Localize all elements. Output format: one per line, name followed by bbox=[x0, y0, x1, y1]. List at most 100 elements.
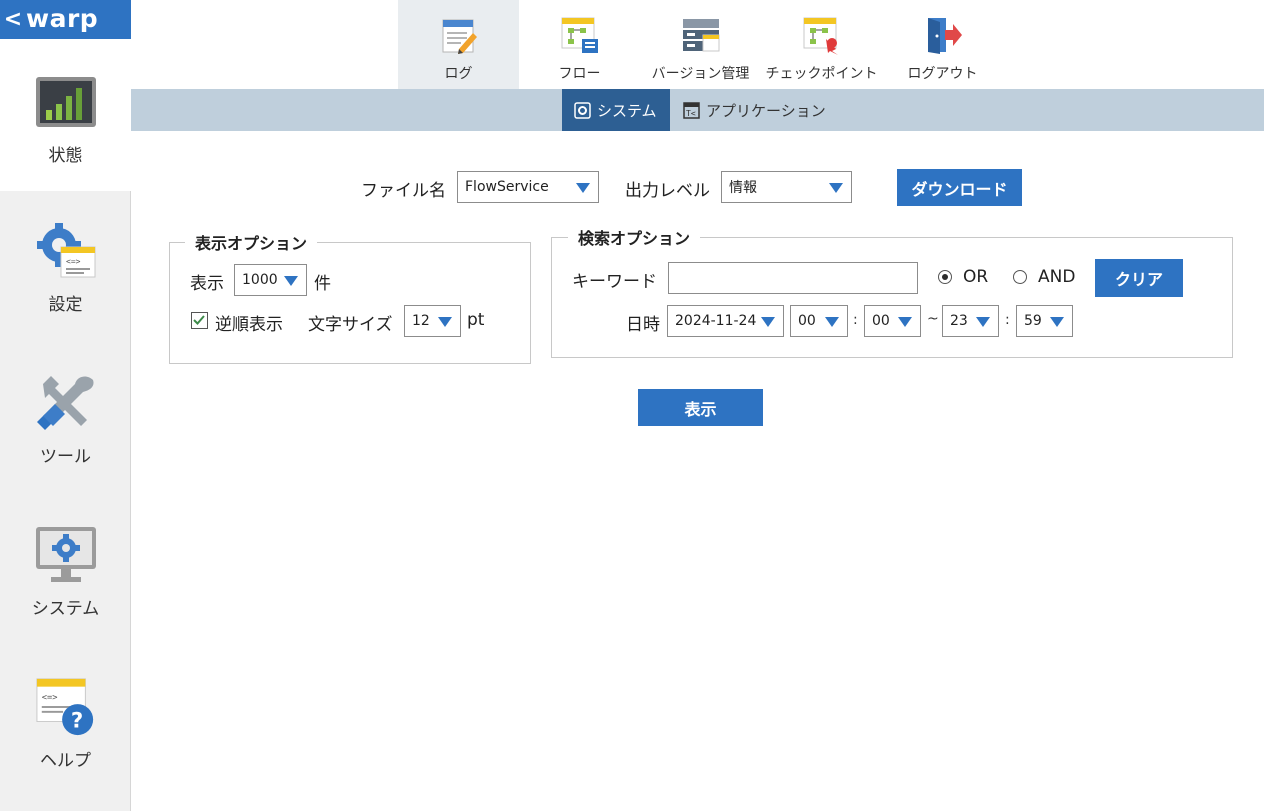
sidebar-item-status[interactable]: 状態 bbox=[0, 39, 131, 191]
download-button[interactable]: ダウンロード bbox=[897, 169, 1022, 206]
or-label: OR bbox=[963, 267, 989, 287]
from-minute-select[interactable]: 00 bbox=[864, 305, 921, 337]
top-navigation: ログ フロー バージョン管理 チェックポイント ログアウト bbox=[398, 0, 1003, 89]
sidebar-item-label: 状態 bbox=[48, 146, 83, 166]
font-size-unit: pt bbox=[467, 310, 485, 330]
back-chevron-icon: < bbox=[3, 6, 23, 32]
display-count-label: 表示 bbox=[190, 274, 224, 294]
sidebar-item-label: 設定 bbox=[48, 295, 83, 315]
search-options-panel: 検索オプション bbox=[551, 225, 1233, 358]
svg-text:<=>: <=> bbox=[41, 693, 57, 703]
show-button[interactable]: 表示 bbox=[638, 389, 763, 426]
logout-door-icon bbox=[923, 15, 963, 55]
sidebar: < warp 状態 <=> 設定 ツール システム <=> ? ヘルプ bbox=[0, 0, 131, 811]
time-separator: : bbox=[853, 312, 858, 328]
tab-flow[interactable]: フロー bbox=[519, 0, 640, 89]
document-help-icon: <=> ? bbox=[35, 678, 97, 736]
file-name-select[interactable]: FlowService bbox=[457, 171, 599, 203]
reverse-order-checkbox[interactable] bbox=[191, 312, 208, 329]
sidebar-item-label: ヘルプ bbox=[40, 751, 91, 771]
logo-back-button[interactable]: < warp bbox=[0, 0, 131, 39]
sidebar-item-tools[interactable]: ツール bbox=[0, 340, 131, 492]
display-count-value: 1000 bbox=[242, 272, 278, 288]
version-control-icon bbox=[681, 15, 721, 55]
chevron-down-icon bbox=[825, 317, 839, 327]
checkpoint-icon bbox=[802, 15, 842, 55]
from-minute-value: 00 bbox=[872, 313, 890, 329]
search-options-legend: 検索オプション bbox=[568, 225, 701, 249]
chevron-down-icon bbox=[284, 276, 298, 286]
display-options-panel: 表示オプション bbox=[169, 230, 531, 364]
output-level-label: 出力レベル bbox=[625, 181, 710, 201]
output-level-select[interactable]: 情報 bbox=[721, 171, 852, 203]
font-size-select[interactable]: 12 bbox=[404, 305, 461, 337]
display-count-unit: 件 bbox=[314, 274, 331, 294]
keyword-input[interactable] bbox=[668, 262, 918, 294]
application-icon: T< bbox=[683, 101, 700, 119]
or-radio[interactable] bbox=[938, 270, 952, 284]
chevron-down-icon bbox=[976, 317, 990, 327]
tab-label: バージョン管理 bbox=[651, 66, 750, 82]
sidebar-item-settings[interactable]: <=> 設定 bbox=[0, 188, 131, 340]
tab-checkpoint[interactable]: チェックポイント bbox=[761, 0, 882, 89]
to-minute-select[interactable]: 59 bbox=[1016, 305, 1073, 337]
clear-button[interactable]: クリア bbox=[1095, 259, 1183, 297]
display-count-select[interactable]: 1000 bbox=[234, 264, 307, 296]
datetime-label: 日時 bbox=[626, 315, 660, 335]
bar-chart-monitor-icon bbox=[35, 75, 97, 129]
chevron-down-icon bbox=[438, 317, 452, 327]
sidebar-item-system[interactable]: システム bbox=[0, 492, 131, 644]
chevron-down-icon bbox=[898, 317, 912, 327]
file-name-label: ファイル名 bbox=[361, 181, 446, 201]
app-window: < warp 状態 <=> 設定 ツール システム <=> ? ヘルプ ログ フ… bbox=[0, 0, 1264, 811]
chevron-down-icon bbox=[829, 183, 843, 193]
tab-label: チェックポイント bbox=[765, 66, 878, 82]
logo-text: warp bbox=[26, 3, 99, 33]
and-label: AND bbox=[1038, 267, 1076, 287]
output-level-value: 情報 bbox=[729, 180, 757, 196]
sidebar-item-label: ツール bbox=[40, 447, 91, 467]
gear-document-icon: <=> bbox=[35, 223, 97, 278]
chevron-down-icon bbox=[1050, 317, 1064, 327]
system-icon bbox=[574, 101, 591, 119]
chevron-down-icon bbox=[576, 183, 590, 193]
monitor-gear-icon bbox=[35, 527, 97, 582]
check-icon bbox=[193, 315, 205, 325]
svg-text:<=>: <=> bbox=[66, 257, 81, 266]
and-radio[interactable] bbox=[1013, 270, 1027, 284]
log-notepad-icon bbox=[439, 15, 479, 55]
date-value: 2024-11-24 bbox=[675, 313, 757, 329]
from-hour-select[interactable]: 00 bbox=[790, 305, 848, 337]
range-separator: ~ bbox=[927, 311, 939, 327]
sidebar-item-help[interactable]: <=> ? ヘルプ bbox=[0, 644, 131, 796]
from-hour-value: 00 bbox=[798, 313, 816, 329]
to-minute-value: 59 bbox=[1024, 313, 1042, 329]
svg-text:?: ? bbox=[70, 708, 82, 733]
file-name-value: FlowService bbox=[465, 179, 549, 195]
keyword-label: キーワード bbox=[572, 272, 657, 292]
sub-navigation: システム T< アプリケーション bbox=[131, 89, 1264, 131]
to-hour-value: 23 bbox=[950, 313, 968, 329]
tab-label: フロー bbox=[558, 66, 601, 82]
tab-label: ログ bbox=[444, 66, 473, 82]
date-select[interactable]: 2024-11-24 bbox=[667, 305, 784, 337]
tab-label: ログアウト bbox=[907, 66, 978, 82]
to-hour-select[interactable]: 23 bbox=[942, 305, 999, 337]
subtab-label: アプリケーション bbox=[706, 101, 826, 120]
font-size-label: 文字サイズ bbox=[308, 315, 393, 335]
flow-icon bbox=[560, 15, 600, 55]
svg-text:T<: T< bbox=[686, 109, 696, 118]
tab-logout[interactable]: ログアウト bbox=[882, 0, 1003, 89]
subtab-application[interactable]: T< アプリケーション bbox=[683, 89, 843, 131]
wrench-screwdriver-icon bbox=[35, 376, 97, 430]
sidebar-item-label: システム bbox=[31, 599, 100, 619]
subtab-system[interactable]: システム bbox=[562, 89, 670, 131]
reverse-order-label: 逆順表示 bbox=[215, 315, 283, 335]
time-separator: : bbox=[1005, 312, 1010, 328]
subtab-label: システム bbox=[597, 101, 657, 120]
chevron-down-icon bbox=[761, 317, 775, 327]
tab-log[interactable]: ログ bbox=[398, 0, 519, 89]
font-size-value: 12 bbox=[412, 313, 430, 329]
tab-version-control[interactable]: バージョン管理 bbox=[640, 0, 761, 89]
display-options-legend: 表示オプション bbox=[185, 230, 318, 254]
